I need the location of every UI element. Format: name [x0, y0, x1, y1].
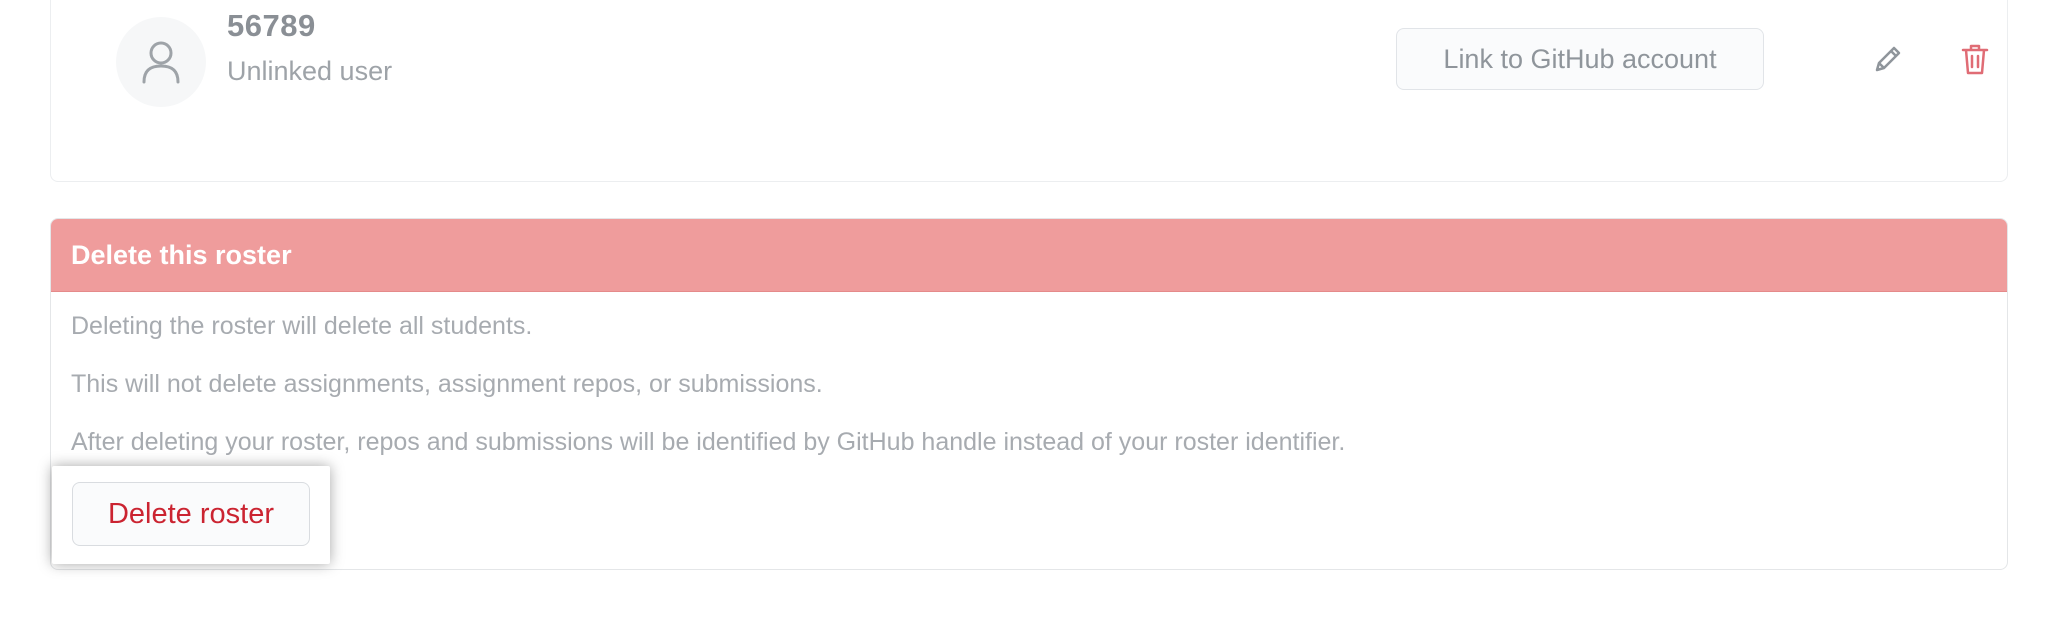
- danger-zone-text-2: This will not delete assignments, assign…: [71, 370, 823, 398]
- student-identifier: 56789: [227, 8, 316, 43]
- danger-zone-text-1: Deleting the roster will delete all stud…: [71, 312, 533, 340]
- link-github-account-button[interactable]: Link to GitHub account: [1396, 28, 1764, 90]
- delete-roster-highlight: Delete roster: [52, 466, 330, 564]
- student-status: Unlinked user: [227, 56, 393, 86]
- avatar: [116, 17, 206, 107]
- student-card: 56789 Unlinked user Link to GitHub accou…: [50, 0, 2008, 182]
- person-icon: [142, 41, 180, 84]
- danger-zone-text-3: After deleting your roster, repos and su…: [71, 428, 1346, 456]
- pencil-icon[interactable]: [1871, 42, 1905, 76]
- delete-roster-button[interactable]: Delete roster: [72, 482, 310, 546]
- danger-zone-title: Delete this roster: [51, 219, 2007, 292]
- danger-zone: Delete this roster Deleting the roster w…: [50, 218, 2008, 570]
- trash-icon[interactable]: [1959, 42, 1991, 76]
